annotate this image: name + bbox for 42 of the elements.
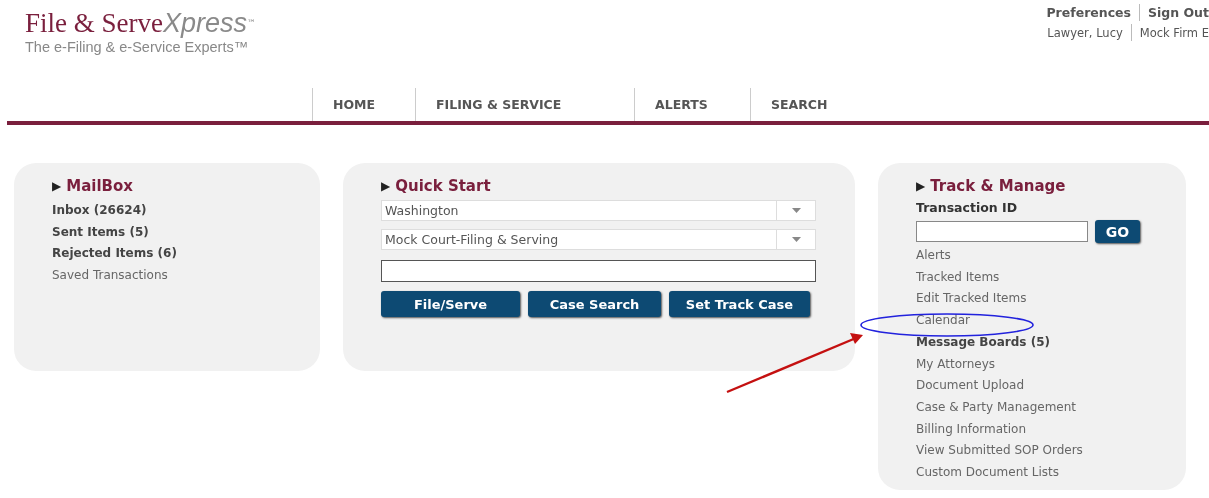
mailbox-link[interactable]: Sent Items (5) bbox=[52, 221, 320, 244]
track-link[interactable]: Message Boards (5) bbox=[916, 331, 1186, 354]
panel-title: MailBox bbox=[66, 177, 133, 195]
account-link[interactable]: Preferences bbox=[1046, 5, 1131, 20]
logo: File & ServeXpress™ bbox=[25, 8, 257, 38]
caret-icon bbox=[791, 208, 801, 213]
caret-icon bbox=[791, 237, 801, 242]
triangle-icon: ▶ bbox=[381, 179, 391, 193]
track-link[interactable]: Edit Tracked Items bbox=[916, 288, 1186, 311]
track-link[interactable]: Case & Party Management bbox=[916, 396, 1186, 419]
nav-tab[interactable]: FILING & SERVICE bbox=[415, 88, 634, 121]
action-button[interactable]: Set Track Case bbox=[669, 291, 810, 317]
panel-title: Track & Manage bbox=[930, 177, 1066, 195]
nav-tab[interactable]: HOME bbox=[312, 88, 415, 121]
transaction-id-field[interactable] bbox=[916, 221, 1088, 242]
tagline: The e-Filing & e-Service Experts™ bbox=[25, 39, 250, 55]
go-button[interactable]: GO bbox=[1095, 220, 1140, 243]
track-link[interactable]: View Submitted SOP Orders bbox=[916, 440, 1186, 463]
account-link[interactable]: Sign Out bbox=[1148, 5, 1209, 20]
dropdown[interactable]: Washington bbox=[381, 200, 816, 221]
action-button[interactable]: Case Search bbox=[528, 291, 661, 317]
track-link[interactable]: Custom Document Lists bbox=[916, 462, 1186, 484]
case-input-field[interactable] bbox=[381, 260, 816, 282]
dropdown[interactable]: Mock Court-Filing & Serving bbox=[381, 229, 816, 250]
track-link[interactable]: Tracked Items bbox=[916, 266, 1186, 289]
mailbox-link[interactable]: Rejected Items (6) bbox=[52, 243, 320, 266]
track-link[interactable]: Document Upload bbox=[916, 375, 1186, 397]
track-link[interactable]: Alerts bbox=[916, 245, 1186, 267]
triangle-icon: ▶ bbox=[52, 179, 62, 193]
action-button[interactable]: File/Serve bbox=[381, 291, 520, 317]
panel-title: Quick Start bbox=[395, 177, 491, 195]
user-name: Lawyer, Lucy bbox=[1047, 25, 1123, 40]
field-label: Transaction ID bbox=[916, 200, 1019, 215]
nav-tab[interactable]: ALERTS bbox=[634, 88, 750, 121]
firm-name: Mock Firm E bbox=[1139, 25, 1209, 40]
track-link[interactable]: Billing Information bbox=[916, 418, 1186, 441]
track-link[interactable]: My Attorneys bbox=[916, 353, 1186, 376]
triangle-icon: ▶ bbox=[916, 179, 926, 193]
mailbox-link[interactable]: Inbox (26624) bbox=[52, 200, 320, 222]
mailbox-link[interactable]: Saved Transactions bbox=[52, 265, 320, 287]
track-link[interactable]: Calendar bbox=[916, 310, 1186, 332]
nav-tab[interactable]: SEARCH bbox=[750, 88, 850, 121]
